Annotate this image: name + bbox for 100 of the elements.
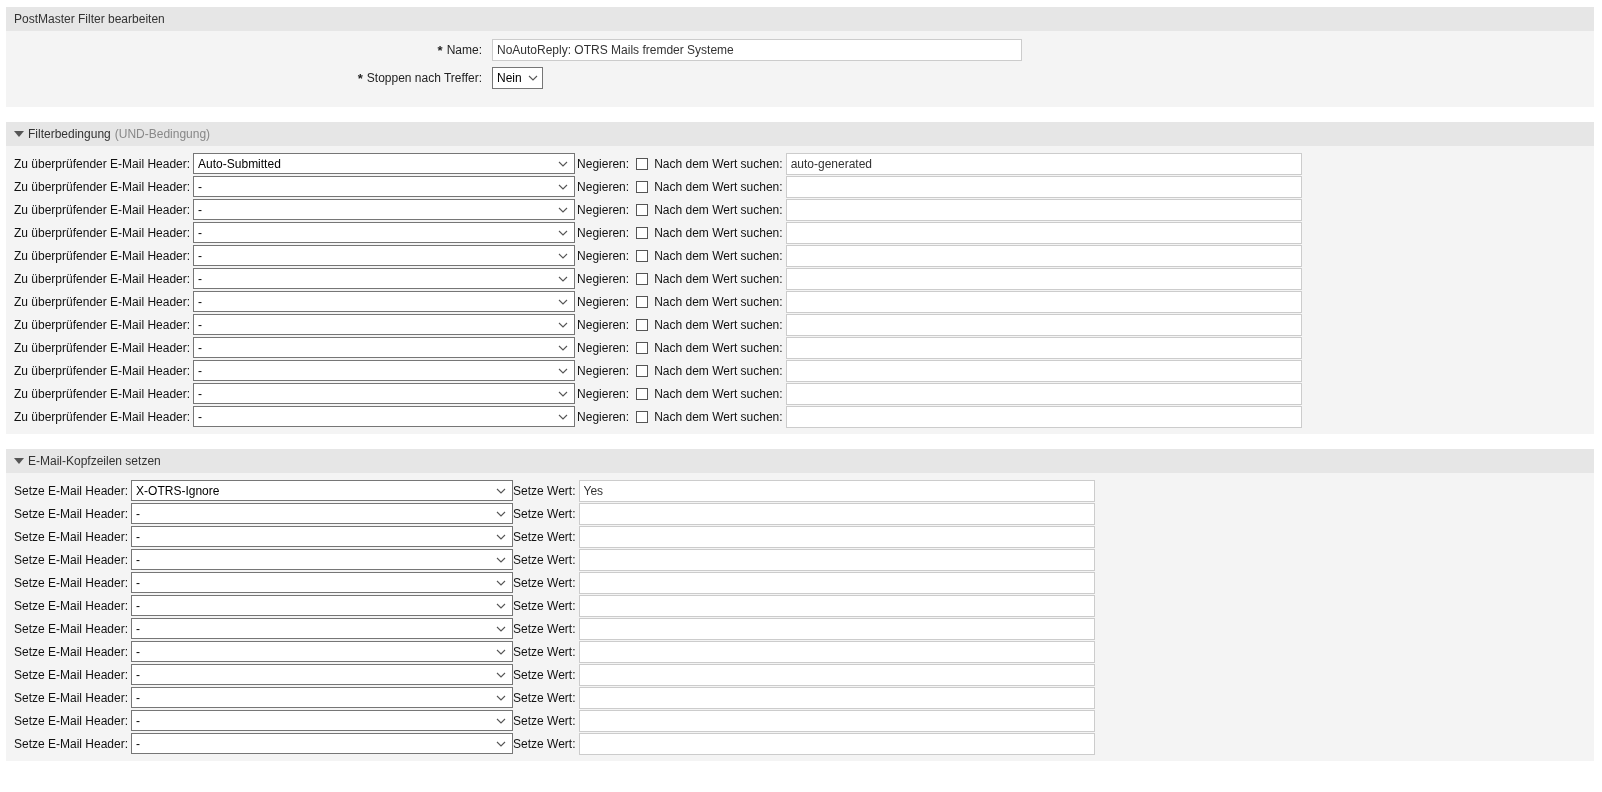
negate-checkbox[interactable] [636, 318, 649, 331]
header-select[interactable]: - [131, 595, 514, 616]
search-value-field[interactable]: auto-generated [785, 152, 1302, 175]
search-value-field[interactable] [785, 267, 1302, 290]
panel-title: PostMaster Filter bearbeiten [14, 12, 165, 26]
collapse-arrow-icon[interactable] [14, 458, 24, 464]
header-select[interactable]: - [193, 337, 576, 358]
header-select[interactable]: - [193, 176, 576, 197]
caret-icon [496, 510, 507, 517]
header-select[interactable]: - [193, 314, 576, 335]
collapse-arrow-icon[interactable] [14, 131, 24, 137]
search-value-label: Nach dem Wert suchen: [654, 179, 783, 194]
header-label: Setze E-Mail Header: [14, 575, 129, 590]
caret-icon [558, 367, 569, 374]
header-select[interactable]: - [193, 383, 576, 404]
panel-title: Filterbedingung [28, 127, 111, 141]
set-value-field[interactable]: Yes [578, 479, 1095, 502]
search-value-field[interactable] [785, 313, 1302, 336]
name-field[interactable]: NoAutoReply: OTRS Mails fremder Systeme [492, 39, 1022, 61]
header-label: Zu überprüfender E-Mail Header: [14, 202, 191, 217]
search-value-label: Nach dem Wert suchen: [654, 363, 783, 378]
negate-checkbox[interactable] [636, 157, 649, 170]
field-label: Stoppen nach Treffer: [366, 71, 482, 85]
negate-label: Negieren: [577, 409, 630, 424]
header-select[interactable]: - [131, 710, 514, 731]
negate-checkbox[interactable] [636, 180, 649, 193]
caret-icon [558, 344, 569, 351]
set-value-field[interactable] [578, 617, 1095, 640]
header-select[interactable]: - [131, 572, 514, 593]
header-select[interactable]: - [193, 268, 576, 289]
search-value-field[interactable] [785, 198, 1302, 221]
header-select[interactable]: - [131, 641, 514, 662]
set-value-field[interactable] [578, 640, 1095, 663]
panel-header[interactable]: PostMaster Filter bearbeiten [6, 7, 1594, 31]
negate-checkbox[interactable] [636, 272, 649, 285]
negate-label: Negieren: [577, 386, 630, 401]
set-value-field[interactable] [578, 525, 1095, 548]
search-value-field[interactable] [785, 290, 1302, 313]
header-select[interactable]: - [131, 618, 514, 639]
header-select[interactable]: - [193, 291, 576, 312]
search-value-field[interactable] [785, 175, 1302, 198]
search-value-field[interactable] [785, 382, 1302, 405]
set-value-label: Setze Wert: [513, 667, 576, 682]
set-value-field[interactable] [578, 732, 1095, 755]
caret-icon [496, 671, 507, 678]
caret-icon [558, 298, 569, 305]
set-value-field[interactable] [578, 709, 1095, 732]
negate-checkbox[interactable] [636, 203, 649, 216]
caret-icon [496, 579, 507, 586]
set-value-field[interactable] [578, 663, 1095, 686]
header-label: Setze E-Mail Header: [14, 529, 129, 544]
stop-select[interactable]: Nein [492, 67, 543, 89]
negate-checkbox[interactable] [636, 341, 649, 354]
header-select[interactable]: - [131, 733, 514, 754]
negate-checkbox[interactable] [636, 410, 649, 423]
panel-header[interactable]: Filterbedingung (UND-Bedingung) [6, 122, 1594, 146]
negate-label: Negieren: [577, 363, 630, 378]
negate-checkbox[interactable] [636, 387, 649, 400]
negate-checkbox[interactable] [636, 364, 649, 377]
header-select[interactable]: - [193, 406, 576, 427]
header-select[interactable]: - [131, 664, 514, 685]
set-value-field[interactable] [578, 502, 1095, 525]
search-value-field[interactable] [785, 244, 1302, 267]
header-label: Setze E-Mail Header: [14, 690, 129, 705]
header-select[interactable]: - [193, 360, 576, 381]
header-label: Zu überprüfender E-Mail Header: [14, 409, 191, 424]
search-value-field[interactable] [785, 405, 1302, 428]
required-mark: * [357, 70, 363, 86]
header-label: Setze E-Mail Header: [14, 621, 129, 636]
search-value-field[interactable] [785, 221, 1302, 244]
header-select[interactable]: X-OTRS-Ignore [131, 480, 514, 501]
header-label: Zu überprüfender E-Mail Header: [14, 271, 191, 286]
set-value-label: Setze Wert: [513, 690, 576, 705]
negate-checkbox[interactable] [636, 249, 649, 262]
header-label: Zu überprüfender E-Mail Header: [14, 363, 191, 378]
negate-checkbox[interactable] [636, 226, 649, 239]
search-value-field[interactable] [785, 359, 1302, 382]
header-label: Zu überprüfender E-Mail Header: [14, 156, 191, 171]
negate-label: Negieren: [577, 248, 630, 263]
set-value-field[interactable] [578, 594, 1095, 617]
panel-header[interactable]: E-Mail-Kopfzeilen setzen [6, 449, 1594, 473]
header-select[interactable]: - [193, 199, 576, 220]
search-value-label: Nach dem Wert suchen: [654, 340, 783, 355]
search-value-label: Nach dem Wert suchen: [654, 271, 783, 286]
header-select[interactable]: Auto-Submitted [193, 153, 576, 174]
set-value-field[interactable] [578, 571, 1095, 594]
caret-icon [558, 252, 569, 259]
search-value-label: Nach dem Wert suchen: [654, 156, 783, 171]
negate-checkbox[interactable] [636, 295, 649, 308]
header-select[interactable]: - [193, 245, 576, 266]
header-select[interactable]: - [193, 222, 576, 243]
caret-icon [527, 75, 538, 81]
search-value-field[interactable] [785, 336, 1302, 359]
set-value-field[interactable] [578, 686, 1095, 709]
set-value-field[interactable] [578, 548, 1095, 571]
header-select[interactable]: - [131, 549, 514, 570]
header-select[interactable]: - [131, 526, 514, 547]
header-label: Zu überprüfender E-Mail Header: [14, 386, 191, 401]
header-select[interactable]: - [131, 503, 514, 524]
header-select[interactable]: - [131, 687, 514, 708]
